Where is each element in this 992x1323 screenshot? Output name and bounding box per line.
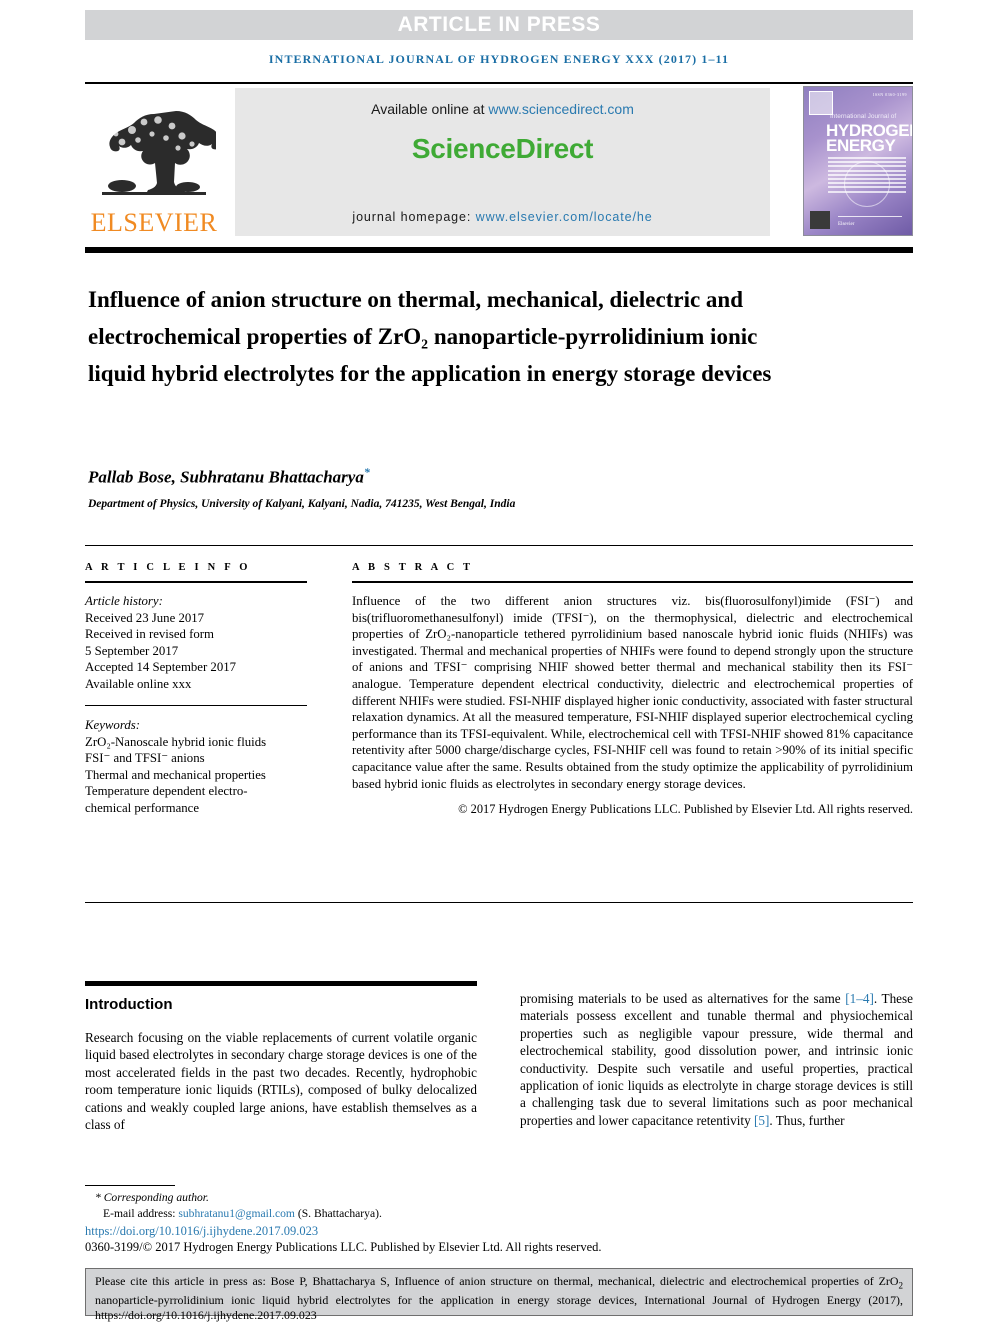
history-item: 5 September 2017 [85,643,179,658]
available-online-line: Available online at www.sciencedirect.co… [235,101,770,117]
article-in-press-banner: ARTICLE IN PRESS [85,10,913,40]
author-names: Pallab Bose, Subhratanu Bhattacharya [88,467,364,487]
cover-journal-prefix: International Journal of [830,113,897,120]
ihe-logo-icon [809,91,833,115]
journal-homepage-link[interactable]: www.elsevier.com/locate/he [476,210,653,224]
footnote-rule [85,1185,175,1186]
corresponding-author-marker: * [363,465,370,479]
corresponding-author-note: * Corresponding author. [95,1191,209,1204]
email-note: E-mail address: subhratanu1@gmail.com (S… [85,1206,645,1222]
keywords-label: Keywords: [85,718,140,732]
email-link[interactable]: subhratanu1@gmail.com [178,1207,295,1220]
sciencedirect-banner: Available online at www.sciencedirect.co… [235,88,770,236]
email-owner: (S. Bhattacharya). [294,1206,382,1220]
cover-title-line2: ENERGY [826,136,896,155]
keyword-item: Thermal and mechanical properties [85,767,266,782]
available-online-label: Available online at [371,101,489,117]
history-item: Accepted 14 September 2017 [85,660,237,674]
cover-publisher-logo-icon [810,211,830,229]
title-separator-rule [85,247,913,253]
intro-right-segment-2: . These materials possess excellent and … [520,991,914,1128]
citation-reference-5[interactable]: [5] [754,1113,769,1128]
elsevier-logo: ELSEVIER [85,86,223,238]
cover-decorative-circle [844,161,890,207]
footnote-block: * Corresponding author. E-mail address: … [85,1190,645,1221]
issn-copyright-line: 0360-3199/© 2017 Hydrogen Energy Publica… [85,1240,602,1254]
keyword-item: Temperature dependent electro- [85,784,248,798]
article-history-block: Article history: Received 23 June 2017 R… [85,593,307,692]
introduction-left-column: Introduction Research focusing on the vi… [85,990,477,1133]
article-info-divider [85,581,307,583]
email-label: E-mail address: [103,1206,179,1220]
doi-link[interactable]: https://doi.org/10.1016/j.ijhydene.2017.… [85,1224,318,1239]
elsevier-wordmark: ELSEVIER [90,208,218,237]
introduction-paragraph-right: promising materials to be used as altern… [520,990,913,1129]
intro-right-segment-1: promising materials to be used as altern… [520,991,846,1006]
introduction-heading: Introduction [85,996,173,1013]
masthead-top-rule [85,82,913,84]
abstract-body: Influence of the two different anion str… [352,594,913,791]
cover-issn-code: ISSN 0360-3199 [872,92,907,97]
journal-homepage-line: journal homepage: www.elsevier.com/locat… [235,210,770,224]
history-item: Received 23 June 2017 [85,610,205,625]
abstract-divider [352,581,913,583]
keyword-item: chemical performance [85,800,200,815]
affiliation: Department of Physics, University of Kal… [88,498,516,510]
introduction-top-rule [85,981,477,986]
citation-request-box: Please cite this article in press as: Bo… [85,1268,913,1322]
author-list: Pallab Bose, Subhratanu Bhattacharya* [88,465,868,488]
journal-article-page: ARTICLE IN PRESS INTERNATIONAL JOURNAL O… [0,0,992,1323]
citation-request-text: Please cite this article in press as: Bo… [95,1274,903,1322]
keywords-block: Keywords: ZrO₂-Nanoscale hybrid ionic fl… [85,717,307,816]
masthead: ELSEVIER Available online at www.science… [85,86,913,238]
citation-reference-1-4[interactable]: [1–4] [845,991,874,1006]
info-section-top-rule [85,545,913,546]
introduction-paragraph-left: Research focusing on the viable replacem… [85,1030,477,1133]
sciencedirect-url-link[interactable]: www.sciencedirect.com [488,101,634,117]
abstract-column: A B S T R A C T Influence of the two dif… [352,562,913,817]
sciencedirect-logo: ScienceDirect [411,133,594,164]
intro-right-segment-3: . Thus, further [769,1112,845,1128]
citation-subscript: 2 [898,1280,903,1291]
history-item: Received in revised form [85,627,214,641]
page-title: Influence of anion structure on thermal,… [88,287,772,387]
cover-publisher-name: Elsevier [838,222,855,227]
keyword-item: FSI⁻ and TFSI⁻ anions [85,751,205,765]
article-history-label: Article history: [85,594,163,608]
article-in-press-label: ARTICLE IN PRESS [397,13,601,36]
elsevier-tree-icon [102,111,216,195]
citation-segment-1: Please cite this article in press as: Bo… [95,1274,899,1288]
article-info-heading: A R T I C L E I N F O [85,562,251,573]
keywords-divider [85,705,307,706]
introduction-right-column: promising materials to be used as altern… [520,990,913,1129]
abstract-copyright: © 2017 Hydrogen Energy Publications LLC.… [458,802,913,817]
article-info-column: A R T I C L E I N F O Article history: R… [85,562,307,816]
journal-cover-image: ISSN 0360-3199 International Journal of … [803,86,913,236]
history-item: Available online xxx [85,676,192,691]
keyword-item: ZrO₂-Nanoscale hybrid ionic fluids [85,734,267,749]
abstract-bottom-rule [85,902,913,903]
journal-homepage-label: journal homepage: [352,210,476,224]
cover-divider [838,216,902,217]
citation-segment-2: nanoparticle-pyrrolidinium ionic liquid … [95,1292,903,1322]
abstract-heading: A B S T R A C T [352,562,474,573]
journal-running-head: INTERNATIONAL JOURNAL OF HYDROGEN ENERGY… [268,52,730,66]
